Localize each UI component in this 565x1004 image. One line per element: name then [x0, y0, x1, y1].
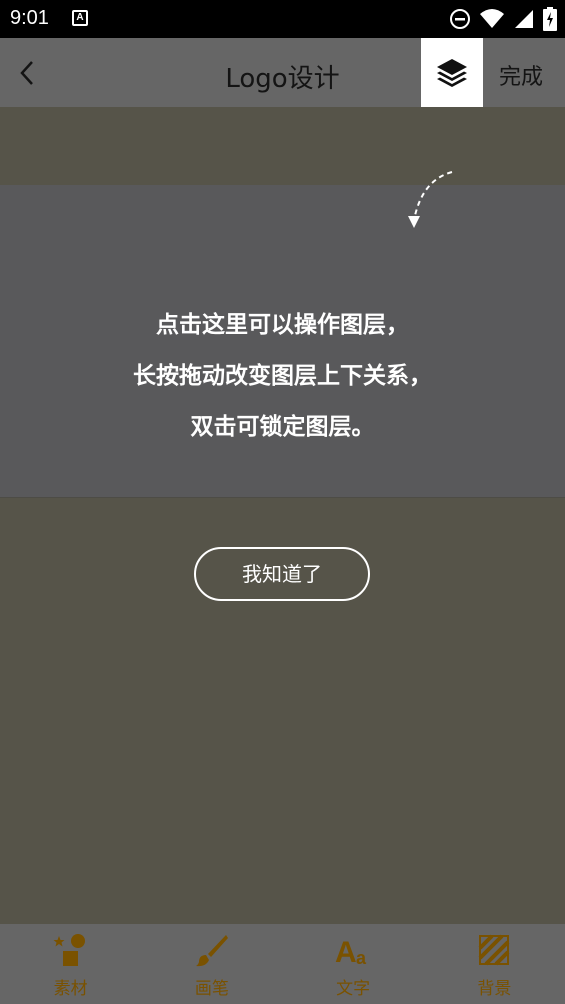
chevron-left-icon	[20, 61, 33, 85]
text-icon: A a	[335, 932, 371, 968]
layers-icon	[437, 58, 467, 87]
do-not-disturb-icon	[450, 9, 470, 29]
tip-line: 双击可锁定图层。	[190, 414, 375, 440]
layers-button[interactable]	[421, 38, 483, 107]
toolbar-label: 背景	[477, 979, 512, 999]
back-button[interactable]	[14, 56, 44, 90]
toolbar-item-brush[interactable]: 画笔	[141, 924, 282, 1004]
wifi-icon	[480, 9, 504, 28]
tip-line: 长按拖动改变图层上下关系，	[133, 363, 432, 389]
material-icon	[53, 932, 89, 968]
status-bar: 9:01 A	[0, 0, 565, 38]
notification-a-icon: A	[72, 10, 88, 26]
got-it-button[interactable]: 我知道了	[194, 547, 370, 601]
status-time: 9:01	[10, 7, 49, 29]
battery-icon	[543, 7, 557, 31]
app-bar: Logo设计 完成	[0, 38, 565, 107]
svg-text:A: A	[335, 936, 357, 968]
background-icon	[476, 932, 512, 968]
toolbar-label: 文字	[336, 979, 371, 999]
svg-text:a: a	[356, 948, 367, 968]
signal-icon	[515, 10, 533, 28]
status-icons	[449, 7, 557, 31]
curved-arrow-icon	[408, 171, 453, 228]
tip-message: 点击这里可以操作图层， 长按拖动改变图层上下关系， 双击可锁定图层。	[0, 300, 565, 453]
toolbar-item-background[interactable]: 背景	[424, 924, 565, 1004]
tip-line: 点击这里可以操作图层，	[156, 312, 409, 338]
bottom-toolbar: 素材 画笔 A a 文字 背景	[0, 924, 565, 1004]
done-button[interactable]: 完成	[499, 59, 543, 91]
toolbar-label: 素材	[53, 979, 88, 999]
toolbar-label: 画笔	[194, 979, 229, 999]
toolbar-item-material[interactable]: 素材	[0, 924, 141, 1004]
brush-icon	[194, 932, 230, 968]
toolbar-item-text[interactable]: A a 文字	[283, 924, 424, 1004]
